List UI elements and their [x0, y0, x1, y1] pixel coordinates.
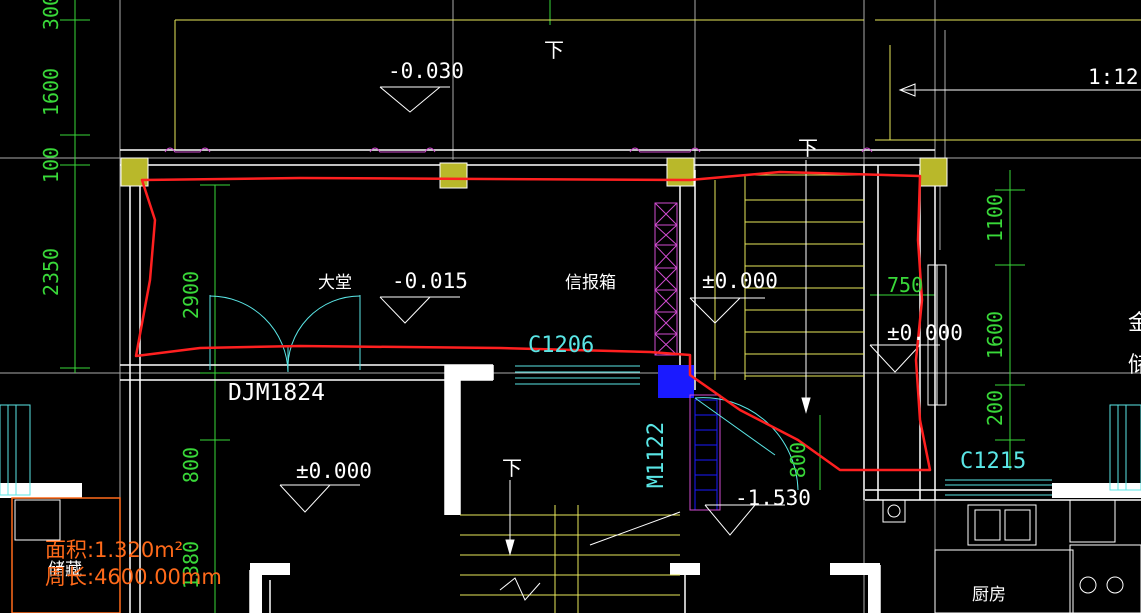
down-mid: 下 [798, 136, 818, 160]
edge-label-1: 金 [1128, 311, 1141, 336]
dim-1600-left: 1600 [39, 68, 63, 116]
room-lobby: 大堂 [318, 273, 352, 293]
door-djm1824: DJM1824 [228, 380, 325, 406]
column-2 [439, 162, 468, 189]
room-mailbox: 信报箱 [565, 273, 616, 293]
window-c1206 [515, 365, 640, 385]
axis-grid [0, 0, 1141, 613]
elevation-markers [279, 86, 940, 536]
dim-1100: 1100 [983, 194, 1007, 242]
down-top: 下 [544, 38, 564, 62]
dim-750: 750 [887, 273, 923, 297]
cad-drawing-canvas[interactable]: 300 1600 100 2350 2900 800 1380 1100 160… [0, 0, 1141, 613]
dim-2900: 2900 [179, 271, 203, 319]
dim-2350: 2350 [39, 248, 63, 296]
window-c1215-label: C1215 [960, 449, 1026, 474]
elev-right: ±0.000 [887, 321, 963, 345]
selection-outline[interactable] [134, 170, 932, 472]
room-kitchen: 厨房 [972, 585, 1006, 605]
dim-800-inner: 800 [179, 447, 203, 483]
slope-label: 1:12 [1088, 65, 1139, 89]
stair-lower [460, 505, 681, 613]
window-c1206-label: C1206 [528, 333, 594, 358]
dim-100: 100 [39, 147, 63, 183]
top-structure [174, 19, 1141, 150]
blue-block [658, 365, 694, 398]
down-low: 下 [502, 456, 522, 480]
door-m1122-label: M1122 [644, 422, 669, 488]
measure-area: 面积:1.320m² [45, 538, 183, 562]
dim-800-door: 800 [786, 442, 810, 478]
dim-1600-right: 1600 [983, 311, 1007, 359]
door-djm1824-swing [209, 295, 361, 373]
dim-300: 300 [39, 0, 63, 30]
m1122-door-panel [694, 399, 718, 511]
edge-label-2: 储 [1128, 353, 1141, 378]
measure-perimeter: 周长:4600.00mm [45, 565, 222, 589]
column-4 [919, 157, 948, 187]
dim-200: 200 [983, 390, 1007, 426]
column-1 [120, 157, 149, 187]
elev-top: -0.030 [388, 59, 464, 83]
dimension-lines [60, 0, 1025, 613]
elev-left-low: ±0.000 [296, 459, 372, 483]
dimension-texts: 300 1600 100 2350 2900 800 1380 1100 160… [39, 0, 1007, 589]
column-3 [666, 157, 695, 187]
elev-low: -1.530 [735, 486, 811, 510]
mailbox-truss [654, 202, 678, 356]
window-c1215 [945, 479, 1052, 496]
elev-mail: ±0.000 [702, 269, 778, 293]
door-m1122-swing [694, 397, 799, 491]
elev-lobby: -0.015 [392, 269, 468, 293]
floor-plan: 300 1600 100 2350 2900 800 1380 1100 160… [0, 0, 1141, 613]
